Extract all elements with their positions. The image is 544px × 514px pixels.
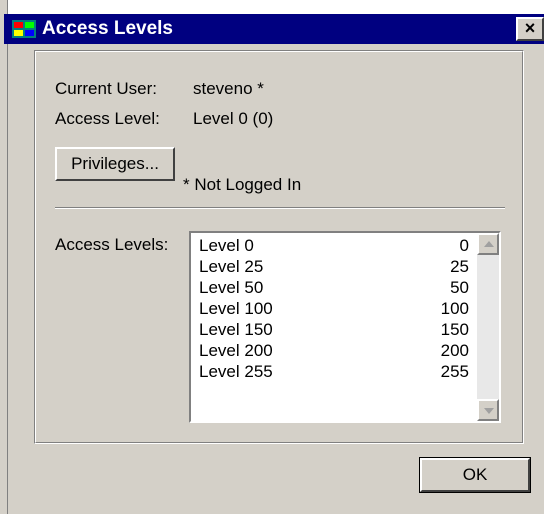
close-button[interactable]: × (516, 17, 544, 41)
access-level-number: 200 (440, 341, 469, 360)
close-icon: × (524, 18, 536, 38)
access-level-number: 255 (440, 362, 469, 381)
access-level-label: Access Level: (55, 109, 160, 128)
access-level-name: Level 255 (199, 362, 273, 381)
access-levels-listbox[interactable]: Level 0 0 Level 25 25 Level 50 50 Level 100 100… (189, 231, 501, 423)
privileges-button[interactable]: Privileges... (55, 147, 175, 181)
vertical-scrollbar[interactable] (477, 233, 499, 421)
access-level-number: 150 (440, 320, 469, 339)
access-level-number: 50 (450, 278, 469, 297)
user-access-group: Current User: steveno * Access Level: Le… (34, 50, 524, 444)
list-item[interactable]: Level 0 0 (191, 235, 477, 256)
list-item[interactable]: Level 200 200 (191, 340, 477, 361)
list-item[interactable]: Level 50 50 (191, 277, 477, 298)
access-level-name: Level 50 (199, 278, 264, 297)
window-title: Access Levels (42, 18, 173, 39)
access-level-name: Level 150 (199, 320, 273, 339)
access-level-value: Level 0 (0) (193, 109, 274, 128)
app-icon (12, 20, 36, 38)
list-item[interactable]: Level 150 150 (191, 319, 477, 340)
access-level-name: Level 0 (199, 236, 254, 255)
scroll-up-button[interactable] (477, 233, 499, 255)
not-logged-in-note: * Not Logged In (183, 175, 302, 194)
current-user-value: steveno * (193, 79, 264, 98)
access-level-name: Level 200 (199, 341, 273, 360)
access-level-number: 25 (450, 257, 469, 276)
access-level-number: 100 (440, 299, 469, 318)
access-levels-dialog: Access Levels × Current User: steveno * … (0, 0, 544, 514)
scroll-up-arrow-icon (484, 241, 494, 247)
current-user-label: Current User: (55, 79, 158, 98)
access-level-number: 0 (459, 236, 469, 255)
list-item[interactable]: Level 255 255 (191, 361, 477, 382)
list-item[interactable]: Level 100 100 (191, 298, 477, 319)
scroll-down-arrow-icon (484, 408, 494, 414)
scroll-down-button[interactable] (477, 399, 499, 421)
access-levels-list: Level 0 0 Level 25 25 Level 50 50 Level 100 100… (191, 233, 477, 421)
access-level-name: Level 100 (199, 299, 273, 318)
dialog-client-area: Current User: steveno * Access Level: Le… (8, 44, 544, 514)
access-levels-label: Access Levels: (55, 235, 169, 254)
separator-line (55, 207, 505, 209)
window-frame-edge (0, 0, 8, 514)
access-level-name: Level 25 (199, 257, 264, 276)
ok-button[interactable]: OK (419, 457, 531, 493)
list-item[interactable]: Level 25 25 (191, 256, 477, 277)
title-bar[interactable]: Access Levels × (4, 14, 544, 44)
